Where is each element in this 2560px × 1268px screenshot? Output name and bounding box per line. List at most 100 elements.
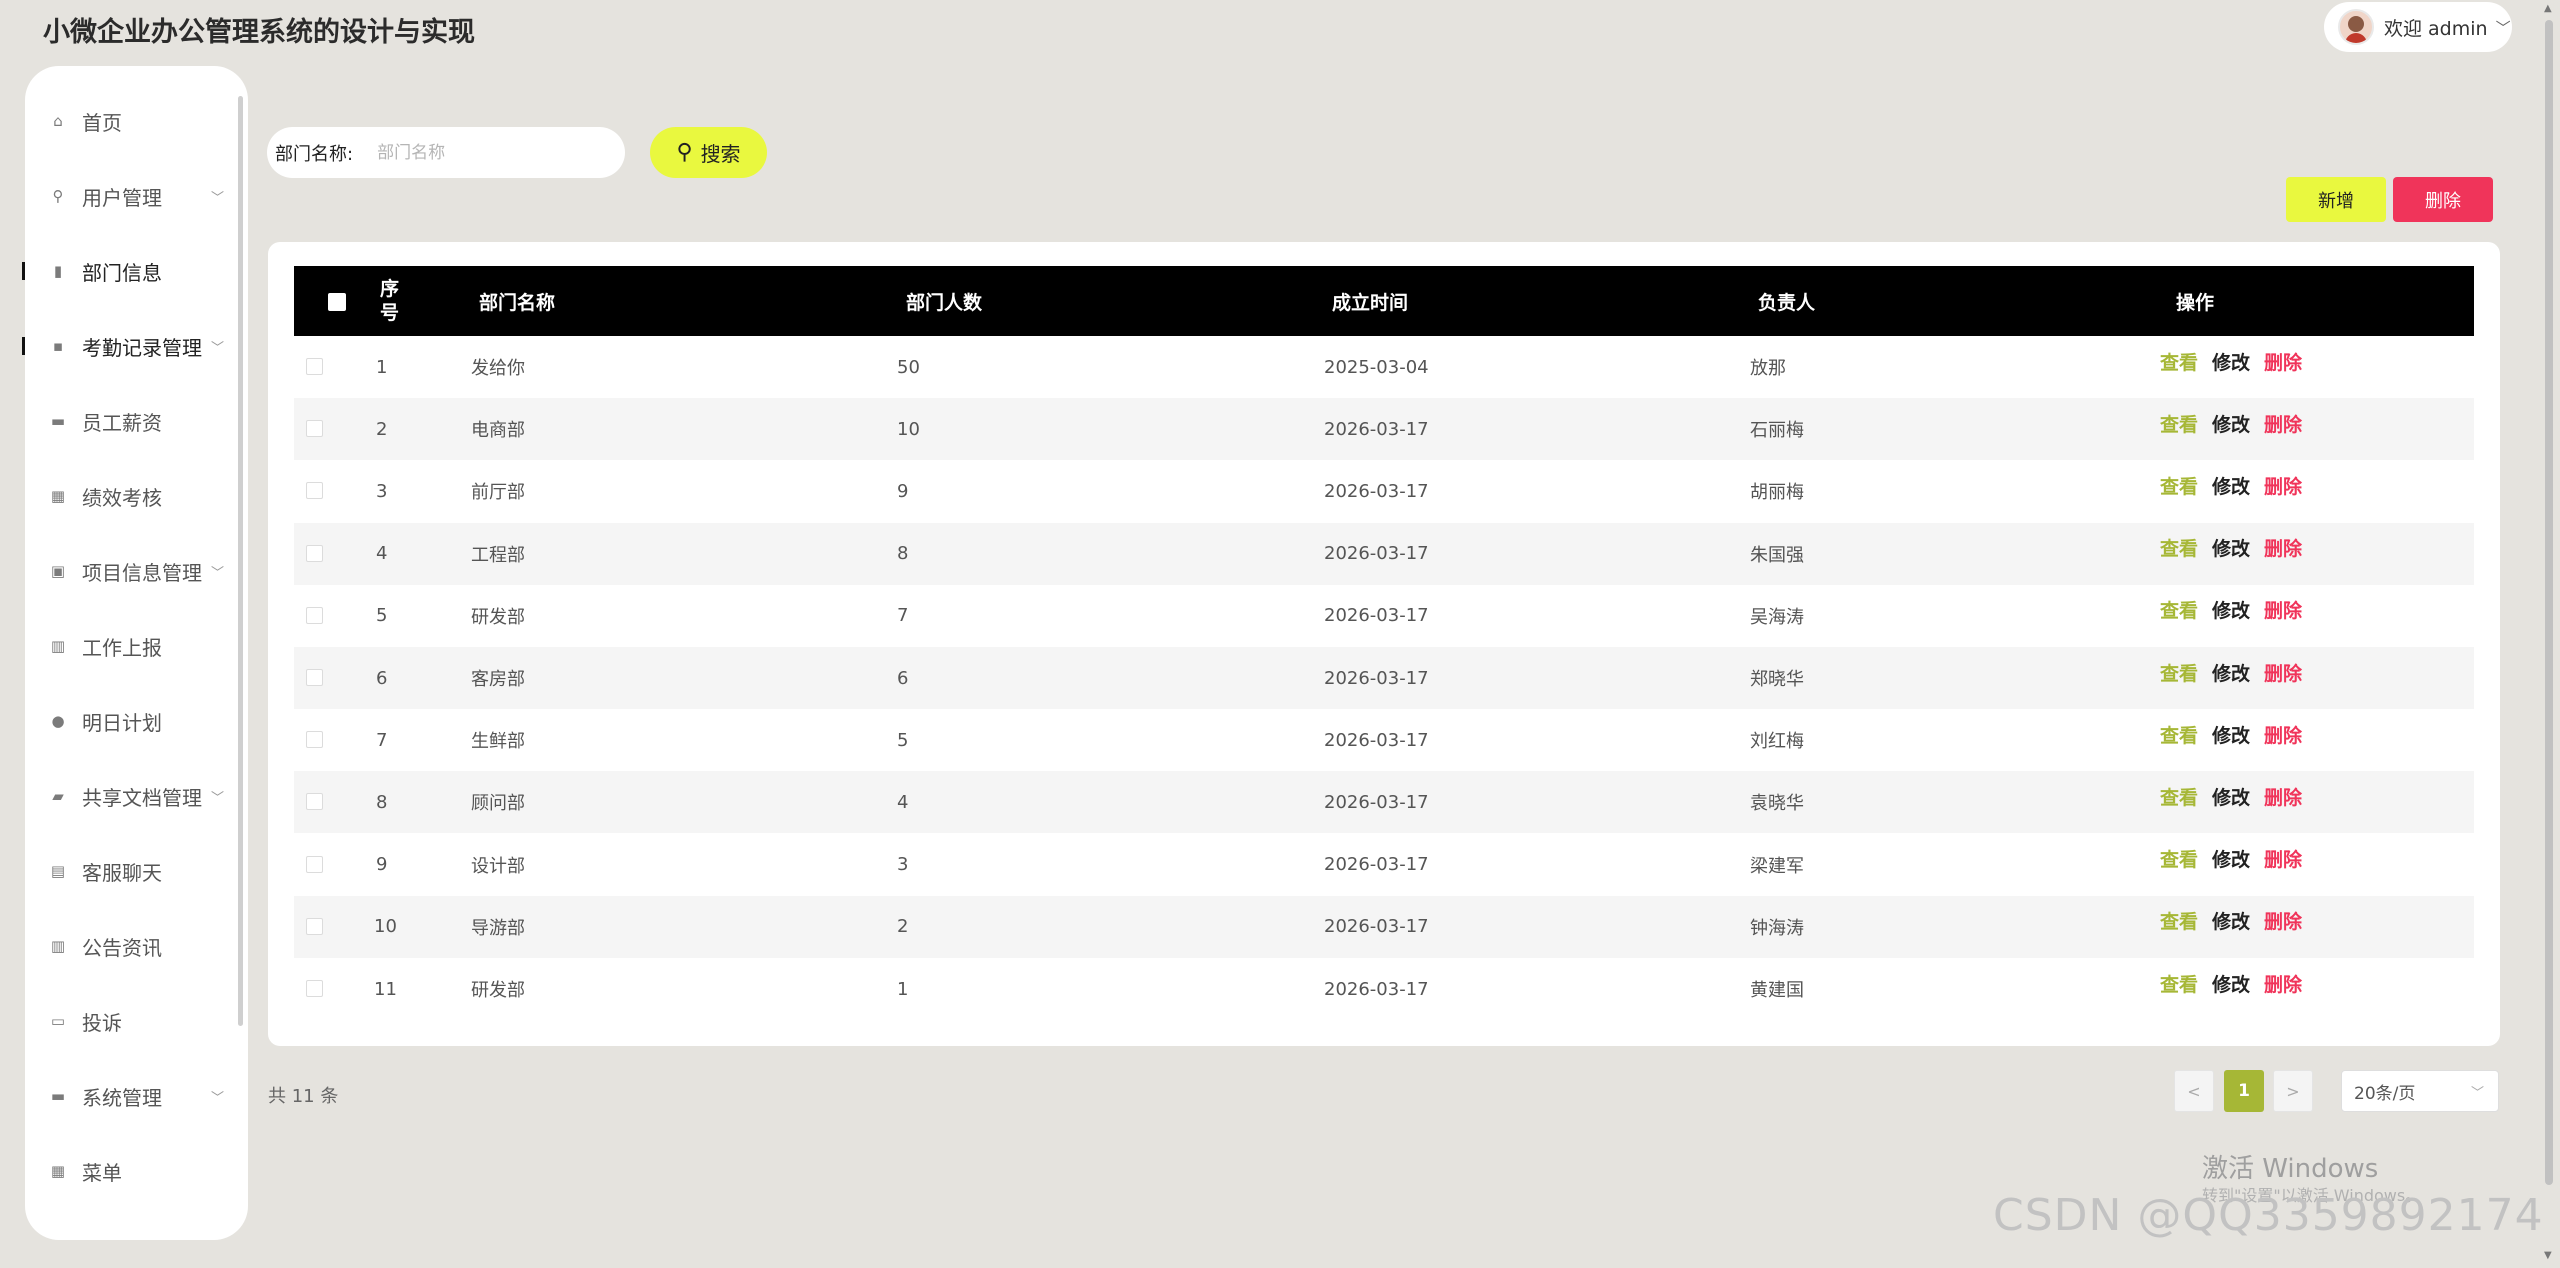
view-link[interactable]: 查看 [2160,410,2198,437]
page-1-button[interactable]: 1 [2224,1070,2264,1112]
edit-link[interactable]: 修改 [2212,596,2250,623]
view-link[interactable]: 查看 [2160,845,2198,872]
row-checkbox[interactable] [306,482,323,500]
delete-link[interactable]: 删除 [2264,534,2302,561]
edit-link[interactable]: 修改 [2212,970,2250,997]
chevron-down-icon: ﹀ [210,790,224,806]
document-icon: ▰ [52,787,64,805]
search-button[interactable]: ⚲ 搜索 [650,127,767,178]
view-link[interactable]: 查看 [2160,596,2198,623]
cell-index: 10 [374,916,397,938]
view-link[interactable]: 查看 [2160,783,2198,810]
prev-page-button[interactable]: < [2174,1070,2214,1112]
sidebar-item-report[interactable]: ▥ 工作上报 [25,623,248,669]
sidebar-item-notice[interactable]: ▥ 公告资讯 [25,923,248,969]
delete-link[interactable]: 删除 [2264,348,2302,375]
table-row: 2 电商部 10 2026-03-17 石丽梅 查看 修改 删除 [294,398,2474,461]
sidebar-item-menu[interactable]: ▦ 菜单 [25,1148,248,1194]
delete-link[interactable]: 删除 [2264,721,2302,748]
add-button[interactable]: 新增 [2286,177,2386,222]
row-checkbox[interactable] [306,731,323,749]
row-checkbox[interactable] [306,980,323,997]
cell-index: 8 [376,791,388,813]
sidebar-item-user[interactable]: ⚲ 用户管理 ﹀ [25,173,248,219]
edit-link[interactable]: 修改 [2212,659,2250,686]
table-row: 4 工程部 8 2026-03-17 朱国强 查看 修改 删除 [294,522,2474,585]
sidebar-item-performance[interactable]: ▦ 绩效考核 [25,473,248,519]
scroll-up-icon[interactable]: ▲ [2544,3,2552,14]
edit-link[interactable]: 修改 [2212,534,2250,561]
edit-link[interactable]: 修改 [2212,348,2250,375]
sidebar-item-label: 系统管理 [82,1085,162,1110]
row-checkbox[interactable] [306,544,323,562]
sidebar-item-label: 投诉 [82,1010,122,1035]
page-size-select[interactable]: 20条/页 ﹀ [2341,1070,2499,1112]
row-checkbox[interactable] [306,917,323,935]
view-link[interactable]: 查看 [2160,970,2198,997]
cell-established-date: 2026-03-17 [1324,854,1429,876]
edit-link[interactable]: 修改 [2212,783,2250,810]
delete-link[interactable]: 删除 [2264,970,2302,997]
delete-link[interactable]: 删除 [2264,659,2302,686]
total-count: 共 11 条 [268,1086,339,1107]
sidebar-item-building[interactable]: ▮ 部门信息 [22,248,248,294]
row-checkbox[interactable] [306,420,323,438]
scrollbar-thumb[interactable] [2545,20,2553,1185]
sidebar-item-home[interactable]: ⌂ 首页 [25,98,248,144]
view-link[interactable]: 查看 [2160,472,2198,499]
cell-leader: 刘红梅 [1750,731,1804,753]
cell-department-name: 导游部 [471,917,525,939]
row-checkbox[interactable] [306,358,323,375]
row-operations: 查看 修改 删除 [2160,454,2302,516]
user-menu[interactable]: 欢迎 admin ﹀ [2324,2,2512,52]
row-checkbox[interactable] [306,855,323,873]
sidebar-item-plan[interactable]: ● 明日计划 [25,698,248,744]
edit-link[interactable]: 修改 [2212,721,2250,748]
delete-link[interactable]: 删除 [2264,410,2302,437]
row-checkbox[interactable] [306,606,323,624]
view-link[interactable]: 查看 [2160,907,2198,934]
sidebar-item-settings[interactable]: ▬ 系统管理 ﹀ [25,1073,248,1119]
select-all-checkbox[interactable] [328,293,346,311]
edit-link[interactable]: 修改 [2212,907,2250,934]
edit-link[interactable]: 修改 [2212,845,2250,872]
edit-link[interactable]: 修改 [2212,472,2250,499]
row-operations: 查看 修改 删除 [2160,765,2302,827]
department-name-input[interactable] [377,142,598,163]
scroll-down-icon[interactable]: ▼ [2544,1250,2552,1261]
cell-department-count: 2 [897,916,909,938]
delete-link[interactable]: 删除 [2264,472,2302,499]
cell-established-date: 2026-03-17 [1324,729,1429,751]
chevron-down-icon: ﹀ [2470,1085,2484,1101]
cell-index: 2 [376,418,388,440]
batch-delete-button[interactable]: 删除 [2393,177,2493,222]
sidebar-item-document[interactable]: ▰ 共享文档管理 ﹀ [25,773,248,819]
sidebar-item-label: 绩效考核 [82,485,162,510]
delete-link[interactable]: 删除 [2264,596,2302,623]
csdn-watermark: CSDN @QQ3359892174 [1993,1190,2544,1241]
view-link[interactable]: 查看 [2160,534,2198,561]
window-scrollbar[interactable]: ▲ ▼ [2542,0,2556,1268]
cell-department-count: 8 [897,543,909,565]
row-checkbox[interactable] [306,793,323,811]
cell-department-count: 6 [897,667,909,689]
view-link[interactable]: 查看 [2160,348,2198,375]
edit-link[interactable]: 修改 [2212,410,2250,437]
view-link[interactable]: 查看 [2160,721,2198,748]
next-page-button[interactable]: > [2273,1070,2313,1112]
delete-link[interactable]: 删除 [2264,907,2302,934]
activate-windows-title: 激活 Windows [2202,1154,2379,1184]
sidebar-item-project[interactable]: ▣ 项目信息管理 ﹀ [25,548,248,594]
row-checkbox[interactable] [306,669,323,686]
view-link[interactable]: 查看 [2160,659,2198,686]
cell-established-date: 2026-03-17 [1324,978,1429,1000]
sidebar-item-attendance[interactable]: ▪ 考勤记录管理 ﹀ [22,323,248,369]
sidebar-item-chat[interactable]: ▤ 客服聊天 [25,848,248,894]
sidebar-item-label: 公告资讯 [82,935,162,960]
sidebar-item-complaint[interactable]: ▭ 投诉 [25,998,248,1044]
delete-link[interactable]: 删除 [2264,845,2302,872]
settings-icon: ▬ [50,1087,66,1105]
sidebar-item-salary[interactable]: ▬ 员工薪资 [25,398,248,444]
delete-link[interactable]: 删除 [2264,783,2302,810]
project-icon: ▣ [50,562,66,580]
